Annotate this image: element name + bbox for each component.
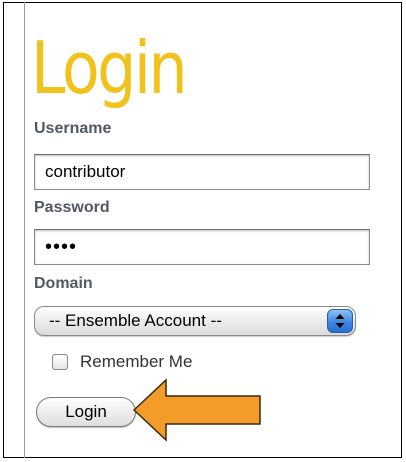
password-input[interactable] xyxy=(34,229,370,265)
domain-select-value: -- Ensemble Account -- xyxy=(49,311,222,330)
domain-select[interactable]: -- Ensemble Account -- xyxy=(34,306,356,336)
password-label: Password xyxy=(34,199,110,216)
username-label: Username xyxy=(34,120,112,137)
select-stepper-icon xyxy=(327,309,353,333)
domain-label: Domain xyxy=(34,275,93,292)
remember-me-label[interactable]: Remember Me xyxy=(80,352,192,372)
arrow-left-icon xyxy=(132,378,261,442)
remember-me-checkbox[interactable] xyxy=(52,354,68,370)
panel-left-border xyxy=(24,2,25,458)
username-input[interactable] xyxy=(34,154,370,190)
login-button[interactable]: Login xyxy=(36,397,136,427)
page-title: Login xyxy=(31,26,188,110)
